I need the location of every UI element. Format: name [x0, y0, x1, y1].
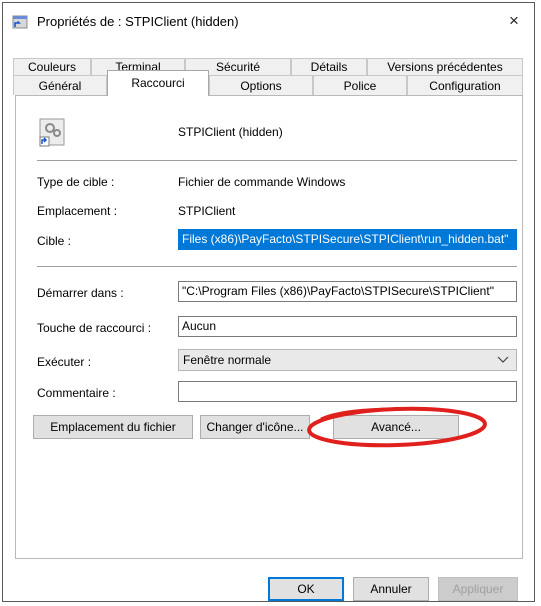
tab-versions-precedentes[interactable]: Versions précédentes: [367, 58, 523, 75]
title-bar: Propriétés de : STPIClient (hidden) ×: [3, 3, 534, 41]
shortcut-file-icon: [12, 15, 28, 29]
file-location-button[interactable]: Emplacement du fichier: [33, 415, 193, 439]
batch-file-shortcut-icon: [39, 118, 65, 147]
tab-label: Général: [38, 79, 82, 93]
tab-general[interactable]: Général: [13, 75, 107, 95]
run-label: Exécuter :: [37, 355, 92, 369]
window-title: Propriétés de : STPIClient (hidden): [37, 14, 239, 29]
close-icon: ×: [509, 11, 519, 30]
run-select-value: Fenêtre normale: [183, 353, 272, 367]
tab-police[interactable]: Police: [313, 75, 407, 95]
shortcut-key-label: Touche de raccourci :: [37, 321, 152, 335]
change-icon-button[interactable]: Changer d'icône...: [200, 415, 310, 439]
close-button[interactable]: ×: [494, 3, 534, 39]
advanced-button[interactable]: Avancé...: [333, 415, 459, 439]
tab-couleurs[interactable]: Couleurs: [13, 58, 91, 75]
location-label: Emplacement :: [37, 204, 118, 218]
start-in-label: Démarrer dans :: [37, 286, 124, 300]
tab-options[interactable]: Options: [209, 75, 313, 95]
ok-button[interactable]: OK: [268, 577, 344, 601]
apply-button[interactable]: Appliquer: [438, 577, 518, 601]
tab-details[interactable]: Détails: [291, 58, 367, 75]
separator: [37, 266, 517, 267]
comment-label: Commentaire :: [37, 386, 116, 400]
target-input[interactable]: Files (x86)\PayFacto\STPISecure\STPIClie…: [178, 229, 517, 250]
shortcut-name: STPIClient (hidden): [178, 125, 283, 139]
tab-label: Sécurité: [215, 60, 261, 74]
separator: [37, 160, 517, 161]
run-select[interactable]: Fenêtre normale: [178, 349, 517, 371]
tab-label: Versions précédentes: [387, 60, 503, 74]
comment-input[interactable]: [178, 381, 517, 402]
tab-label: Couleurs: [27, 60, 77, 74]
start-in-input[interactable]: "C:\Program Files (x86)\PayFacto\STPISec…: [178, 281, 517, 302]
chevron-down-icon: [497, 356, 509, 363]
tab-label: Détails: [310, 60, 348, 74]
tab-configuration[interactable]: Configuration: [407, 75, 523, 95]
properties-dialog: Propriétés de : STPIClient (hidden) × Co…: [2, 2, 535, 602]
tab-label: Options: [240, 79, 282, 93]
tab-label: Police: [343, 79, 377, 93]
shortcut-key-input[interactable]: Aucun: [178, 316, 517, 337]
target-type-label: Type de cible :: [37, 175, 115, 189]
target-label: Cible :: [37, 234, 72, 248]
cancel-button[interactable]: Annuler: [353, 577, 429, 601]
location-value: STPIClient: [178, 204, 236, 218]
tab-label: Raccourci: [131, 76, 185, 90]
tab-label: Configuration: [429, 79, 501, 93]
target-type-value: Fichier de commande Windows: [178, 175, 346, 189]
tab-raccourci[interactable]: Raccourci: [107, 70, 209, 96]
